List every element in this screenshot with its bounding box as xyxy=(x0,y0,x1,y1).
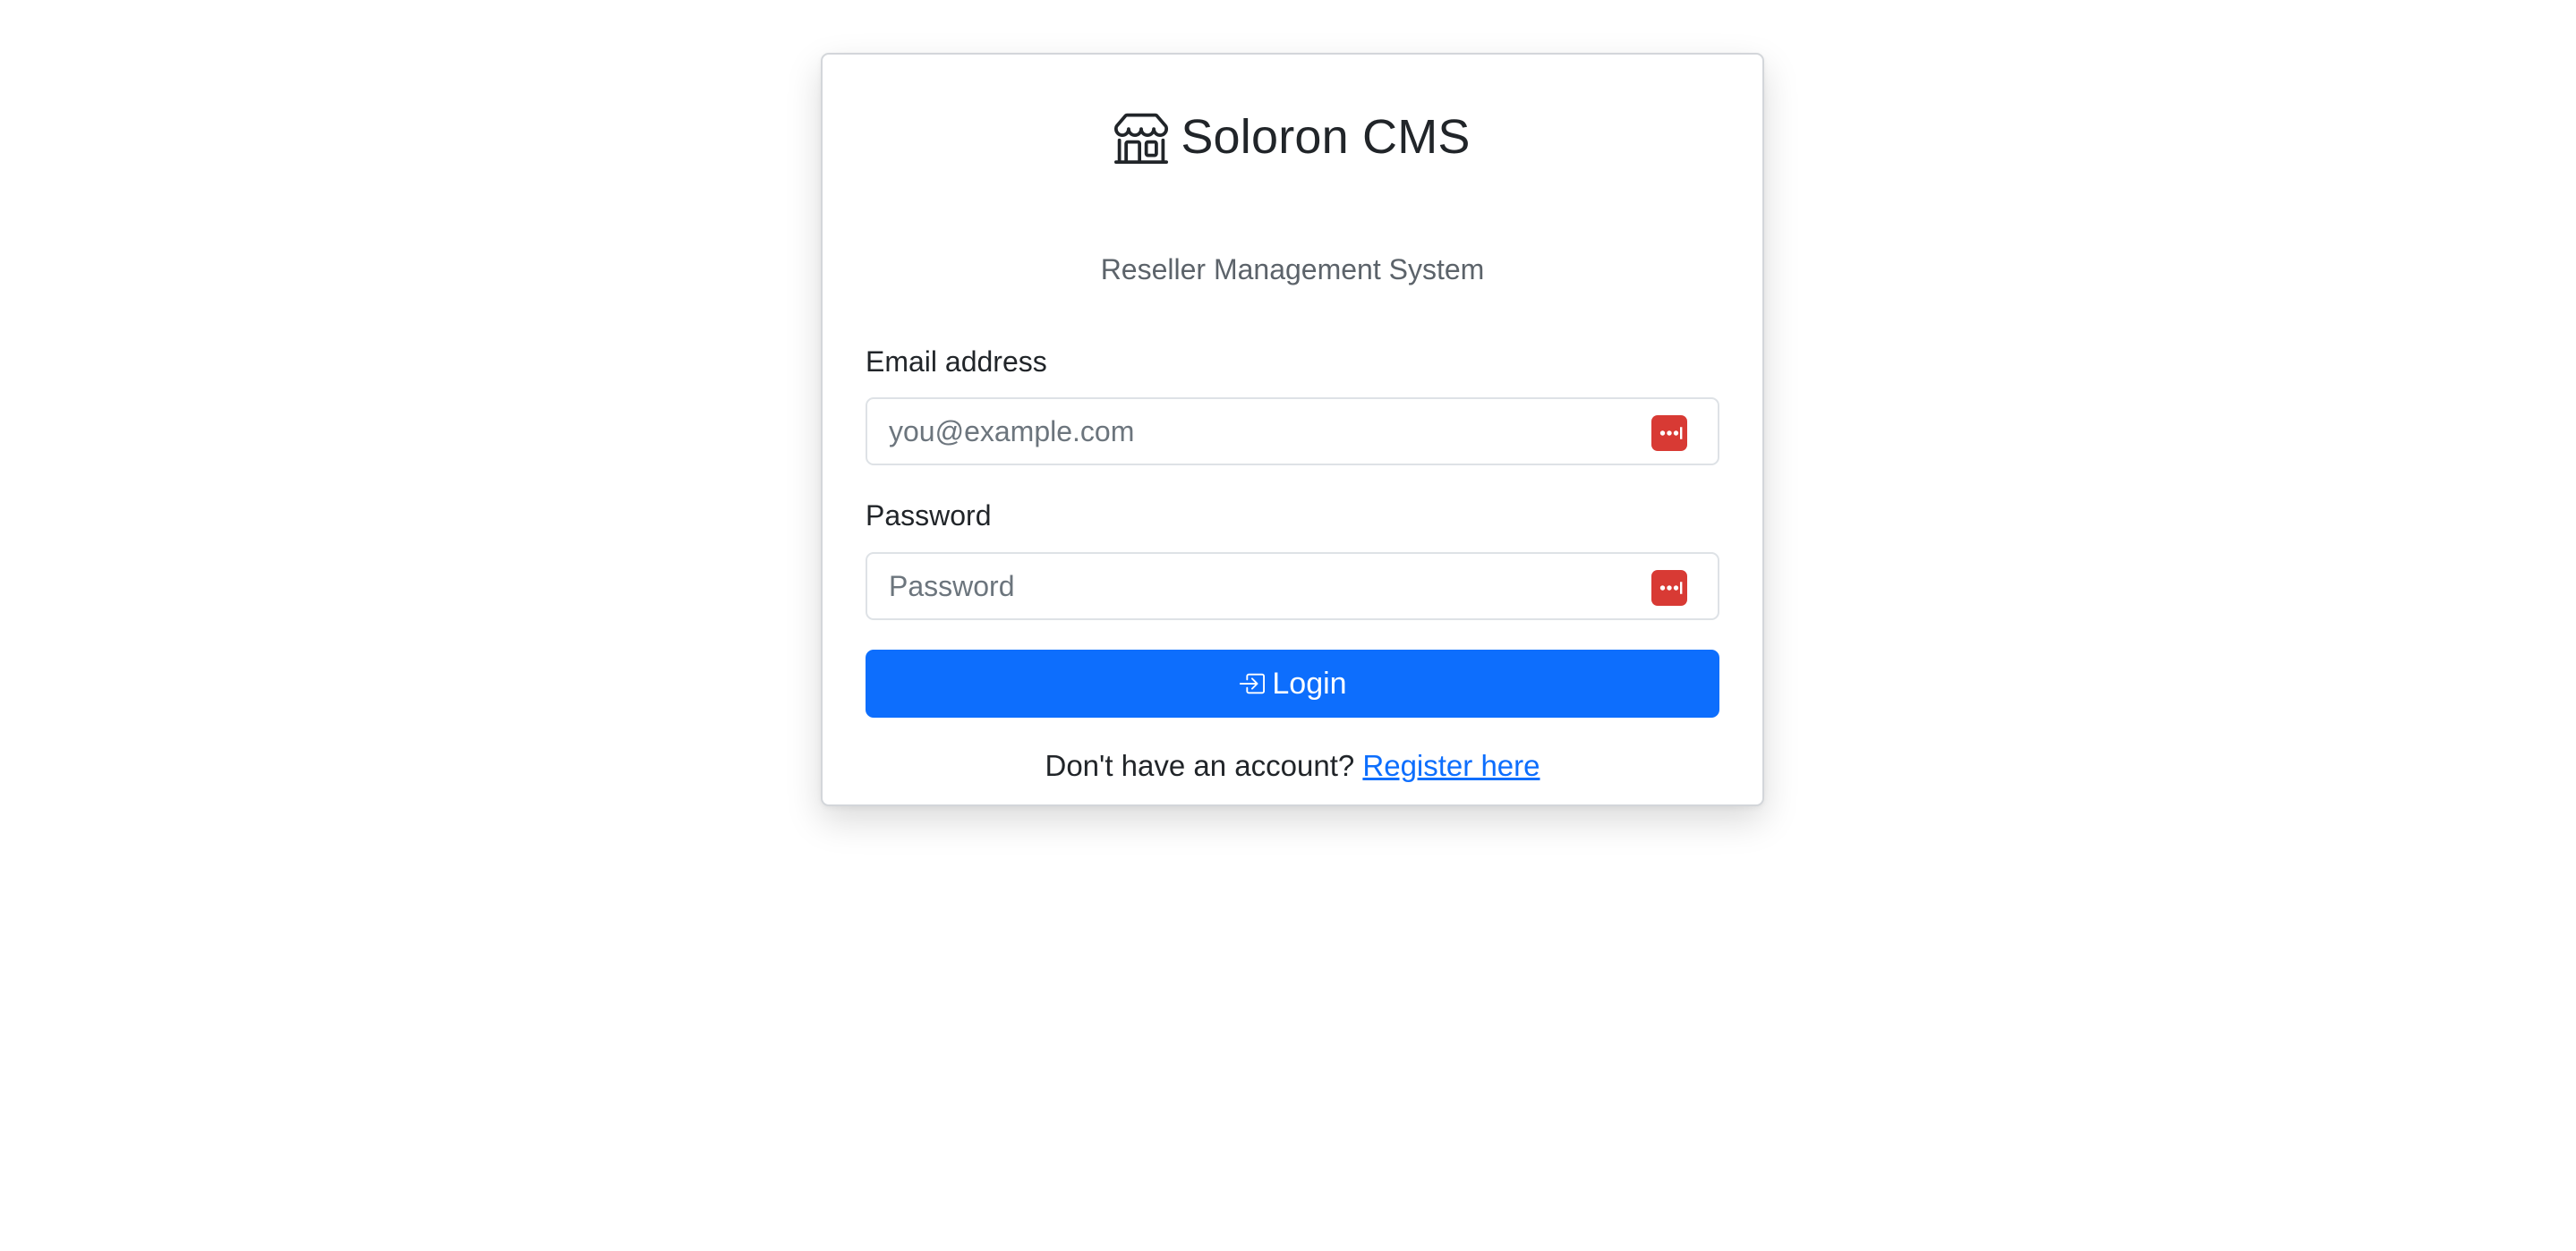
login-card-body: Soloron CMS Reseller Management System E… xyxy=(866,55,1719,804)
login-button-label: Login xyxy=(1272,666,1347,701)
email-field[interactable] xyxy=(867,399,1718,464)
login-button[interactable]: Login xyxy=(866,650,1719,718)
shop-icon xyxy=(1114,110,1169,164)
password-manager-icon[interactable] xyxy=(1651,415,1687,451)
register-prompt-line: Don't have an account? Register here xyxy=(866,749,1719,783)
page-title: Soloron CMS xyxy=(866,101,1719,173)
password-manager-icon[interactable] xyxy=(1651,570,1687,606)
password-label: Password xyxy=(866,499,992,532)
password-field[interactable] xyxy=(867,554,1718,618)
box-arrow-in-right-icon xyxy=(1238,670,1266,697)
register-link[interactable]: Register here xyxy=(1362,749,1540,782)
password-field-wrapper xyxy=(866,552,1719,620)
register-prompt: Don't have an account? xyxy=(1045,749,1355,782)
email-label: Email address xyxy=(866,345,1047,378)
email-field-wrapper xyxy=(866,397,1719,465)
login-card: Soloron CMS Reseller Management System E… xyxy=(821,53,1764,806)
app-title: Soloron CMS xyxy=(1181,110,1471,164)
app-subtitle: Reseller Management System xyxy=(1100,253,1485,285)
